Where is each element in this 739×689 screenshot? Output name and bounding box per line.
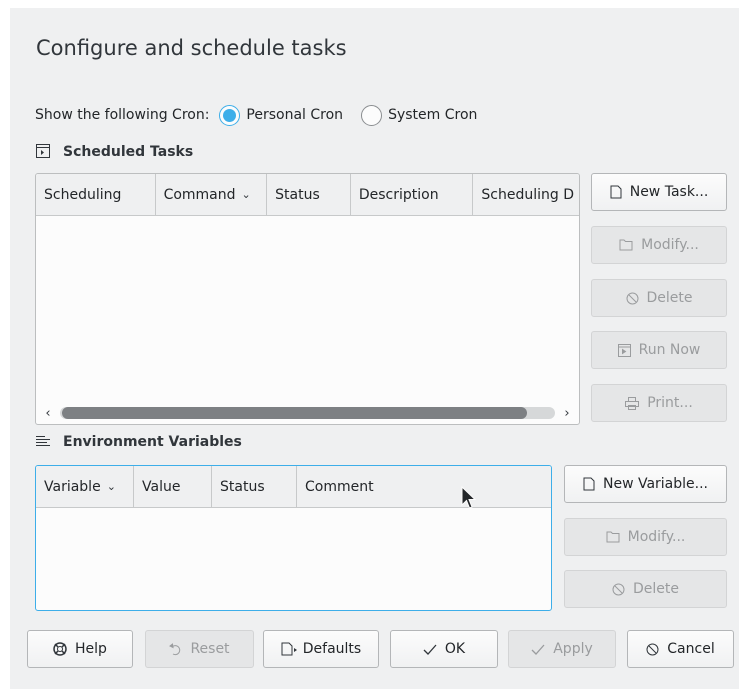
environment-variables-header: Environment Variables <box>36 431 242 453</box>
mouse-pointer-icon <box>461 485 477 514</box>
column-header-status[interactable]: Status <box>212 466 297 507</box>
delete-variable-button[interactable]: Delete <box>564 570 727 608</box>
help-lifebuoy-icon <box>53 642 67 656</box>
new-variable-button[interactable]: New Variable... <box>564 465 727 503</box>
cancel-circle-icon <box>612 583 625 596</box>
system-cron-radio[interactable]: System Cron <box>361 104 478 126</box>
folder-icon <box>606 531 620 543</box>
tasks-table-header: Scheduling Command ⌄ Status Description S… <box>36 174 579 216</box>
column-label: Variable <box>44 478 101 495</box>
folder-icon <box>619 239 633 251</box>
terminal-icon <box>617 343 631 357</box>
run-now-button[interactable]: Run Now <box>591 331 727 369</box>
cron-label: Show the following Cron: <box>35 107 210 123</box>
button-label: Modify... <box>641 237 699 253</box>
button-label: New Variable... <box>602 476 709 492</box>
personal-cron-label: Personal Cron <box>246 107 344 123</box>
button-label: Run Now <box>638 342 701 358</box>
column-label: Status <box>220 478 265 495</box>
chevron-down-icon: ⌄ <box>241 188 251 201</box>
print-button[interactable]: Print... <box>591 384 727 422</box>
list-icon <box>36 434 52 450</box>
chevron-down-icon: ⌄ <box>106 480 116 493</box>
modify-task-button[interactable]: Modify... <box>591 226 727 264</box>
column-label: Scheduling <box>44 186 122 203</box>
column-header-value[interactable]: Value <box>134 466 212 507</box>
button-label: Modify... <box>627 529 686 545</box>
scheduled-tasks-title: Scheduled Tasks <box>63 144 194 160</box>
scheduled-tasks-header: Scheduled Tasks <box>36 141 193 163</box>
column-header-variable[interactable]: Variable ⌄ <box>36 466 134 507</box>
horizontal-scrollbar[interactable]: ‹ › <box>36 402 579 424</box>
column-header-scheduling[interactable]: Scheduling <box>36 174 156 215</box>
document-defaults-icon <box>281 642 299 656</box>
apply-button[interactable]: Apply <box>508 630 616 668</box>
column-label: Command <box>163 186 236 203</box>
modify-variable-button[interactable]: Modify... <box>564 518 727 556</box>
button-label: New Task... <box>629 184 709 200</box>
button-label: Delete <box>646 290 693 306</box>
button-label: Cancel <box>667 641 715 657</box>
column-label: Description <box>358 186 439 203</box>
cancel-circle-icon <box>646 643 659 656</box>
page-title: Configure and schedule tasks <box>36 36 347 60</box>
column-label: Comment <box>305 478 374 495</box>
button-label: Apply <box>553 641 593 657</box>
environment-variables-title: Environment Variables <box>63 434 242 450</box>
button-label: Delete <box>633 581 679 597</box>
column-header-description[interactable]: Description <box>351 174 474 215</box>
column-header-command[interactable]: Command ⌄ <box>156 174 268 215</box>
button-label: Defaults <box>302 641 362 657</box>
new-task-button[interactable]: New Task... <box>591 173 727 211</box>
defaults-button[interactable]: Defaults <box>263 630 379 668</box>
delete-task-button[interactable]: Delete <box>591 279 727 317</box>
document-new-icon <box>583 477 595 491</box>
cancel-circle-icon <box>626 292 639 305</box>
column-label: Value <box>142 478 181 495</box>
scroll-left-icon[interactable]: ‹ <box>36 406 60 421</box>
system-cron-label: System Cron <box>388 107 478 123</box>
cron-selector: Show the following Cron: Personal Cron S… <box>35 103 495 127</box>
tasks-table[interactable]: Scheduling Command ⌄ Status Description S… <box>35 173 580 425</box>
column-header-scheduling-details[interactable]: Scheduling D <box>473 174 579 215</box>
scroll-thumb[interactable] <box>62 407 528 419</box>
undo-icon <box>169 642 182 656</box>
scroll-right-icon[interactable]: › <box>555 406 579 421</box>
radio-unchecked-indicator[interactable] <box>361 104 383 126</box>
column-label: Scheduling D <box>481 186 575 203</box>
personal-cron-radio[interactable]: Personal Cron <box>219 104 344 126</box>
column-header-status[interactable]: Status <box>267 174 351 215</box>
column-header-comment[interactable]: Comment <box>297 466 551 507</box>
button-label: Reset <box>190 641 230 657</box>
cancel-button[interactable]: Cancel <box>627 630 734 668</box>
column-label: Status <box>275 186 320 203</box>
ok-button[interactable]: OK <box>390 630 498 668</box>
scroll-track[interactable] <box>60 407 555 419</box>
button-label: Print... <box>647 395 693 411</box>
radio-checked-indicator[interactable] <box>219 104 241 126</box>
button-label: Help <box>75 641 107 657</box>
document-new-icon <box>610 185 622 199</box>
printer-icon <box>625 396 640 410</box>
button-label: OK <box>444 641 466 657</box>
checkmark-icon <box>531 644 545 655</box>
terminal-icon <box>36 144 52 160</box>
reset-button[interactable]: Reset <box>145 630 254 668</box>
help-button[interactable]: Help <box>27 630 133 668</box>
checkmark-icon <box>423 644 437 655</box>
